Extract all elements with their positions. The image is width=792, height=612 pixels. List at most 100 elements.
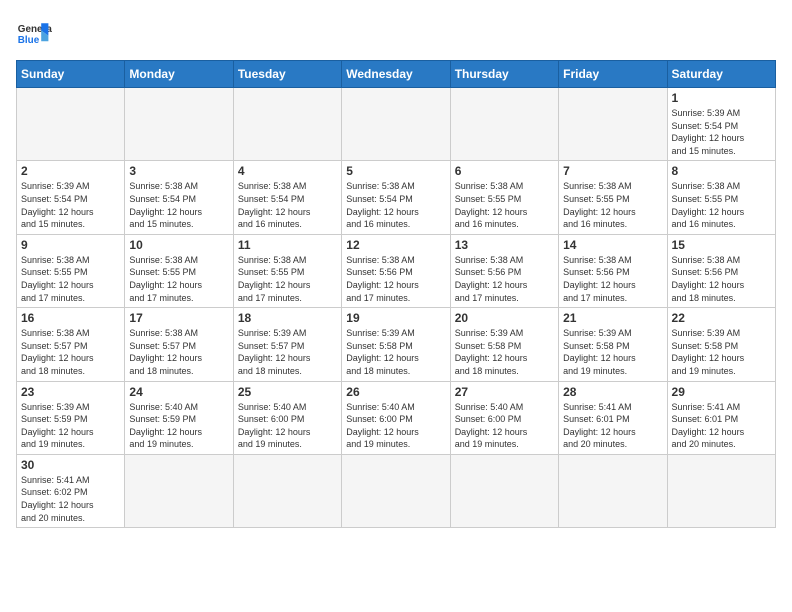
calendar-header-row: SundayMondayTuesdayWednesdayThursdayFrid…	[17, 61, 776, 88]
calendar-week-row: 23Sunrise: 5:39 AMSunset: 5:59 PMDayligh…	[17, 381, 776, 454]
calendar-day-cell: 18 Sunrise: 5:39 AMSunset: 5:57 PMDayligh…	[233, 308, 341, 381]
calendar-day-cell: 19 Sunrise: 5:39 AMSunset: 5:58 PMDayligh…	[342, 308, 450, 381]
day-info: Sunrise: 5:41 AMSunset: 6:01 PMDaylight:…	[672, 401, 771, 451]
day-number: 17	[129, 311, 228, 325]
day-info: Sunrise: 5:38 AMSunset: 5:57 PMDaylight:…	[21, 327, 120, 377]
calendar-day-cell	[125, 454, 233, 527]
day-number: 12	[346, 238, 445, 252]
day-number: 19	[346, 311, 445, 325]
day-info: Sunrise: 5:39 AMSunset: 5:54 PMDaylight:…	[672, 107, 771, 157]
day-of-week-header: Friday	[559, 61, 667, 88]
calendar-day-cell: 6 Sunrise: 5:38 AMSunset: 5:55 PMDaylight…	[450, 161, 558, 234]
calendar-day-cell: 26 Sunrise: 5:40 AMSunset: 6:00 PMDayligh…	[342, 381, 450, 454]
day-info: Sunrise: 5:38 AMSunset: 5:55 PMDaylight:…	[21, 254, 120, 304]
calendar-day-cell: 20Sunrise: 5:39 AMSunset: 5:58 PMDayligh…	[450, 308, 558, 381]
calendar-day-cell: 4 Sunrise: 5:38 AMSunset: 5:54 PMDaylight…	[233, 161, 341, 234]
day-number: 11	[238, 238, 337, 252]
day-number: 20	[455, 311, 554, 325]
day-number: 8	[672, 164, 771, 178]
day-info: Sunrise: 5:38 AMSunset: 5:56 PMDaylight:…	[563, 254, 662, 304]
calendar-day-cell: 17 Sunrise: 5:38 AMSunset: 5:57 PMDayligh…	[125, 308, 233, 381]
calendar-day-cell: 14 Sunrise: 5:38 AMSunset: 5:56 PMDayligh…	[559, 234, 667, 307]
calendar-day-cell: 13 Sunrise: 5:38 AMSunset: 5:56 PMDayligh…	[450, 234, 558, 307]
calendar-day-cell	[125, 88, 233, 161]
calendar-day-cell	[559, 88, 667, 161]
calendar-table: SundayMondayTuesdayWednesdayThursdayFrid…	[16, 60, 776, 528]
day-of-week-header: Saturday	[667, 61, 775, 88]
day-number: 30	[21, 458, 120, 472]
day-number: 9	[21, 238, 120, 252]
day-number: 26	[346, 385, 445, 399]
calendar-day-cell: 30Sunrise: 5:41 AMSunset: 6:02 PMDayligh…	[17, 454, 125, 527]
calendar-day-cell: 16 Sunrise: 5:38 AMSunset: 5:57 PMDayligh…	[17, 308, 125, 381]
day-info: Sunrise: 5:38 AMSunset: 5:57 PMDaylight:…	[129, 327, 228, 377]
calendar-day-cell: 11 Sunrise: 5:38 AMSunset: 5:55 PMDayligh…	[233, 234, 341, 307]
calendar-week-row: 16 Sunrise: 5:38 AMSunset: 5:57 PMDayligh…	[17, 308, 776, 381]
calendar-day-cell	[342, 454, 450, 527]
calendar-week-row: 2 Sunrise: 5:39 AMSunset: 5:54 PMDaylight…	[17, 161, 776, 234]
day-of-week-header: Wednesday	[342, 61, 450, 88]
day-info: Sunrise: 5:39 AMSunset: 5:58 PMDaylight:…	[346, 327, 445, 377]
logo: General Blue	[16, 16, 52, 52]
calendar-day-cell: 9 Sunrise: 5:38 AMSunset: 5:55 PMDaylight…	[17, 234, 125, 307]
calendar-day-cell	[450, 454, 558, 527]
day-info: Sunrise: 5:40 AMSunset: 5:59 PMDaylight:…	[129, 401, 228, 451]
calendar-day-cell: 29Sunrise: 5:41 AMSunset: 6:01 PMDayligh…	[667, 381, 775, 454]
svg-text:Blue: Blue	[18, 35, 40, 46]
day-info: Sunrise: 5:39 AMSunset: 5:59 PMDaylight:…	[21, 401, 120, 451]
day-info: Sunrise: 5:40 AMSunset: 6:00 PMDaylight:…	[455, 401, 554, 451]
calendar-day-cell: 25Sunrise: 5:40 AMSunset: 6:00 PMDayligh…	[233, 381, 341, 454]
day-of-week-header: Monday	[125, 61, 233, 88]
day-info: Sunrise: 5:41 AMSunset: 6:01 PMDaylight:…	[563, 401, 662, 451]
calendar-week-row: 9 Sunrise: 5:38 AMSunset: 5:55 PMDaylight…	[17, 234, 776, 307]
day-of-week-header: Thursday	[450, 61, 558, 88]
calendar-day-cell: 27 Sunrise: 5:40 AMSunset: 6:00 PMDayligh…	[450, 381, 558, 454]
day-info: Sunrise: 5:38 AMSunset: 5:54 PMDaylight:…	[129, 180, 228, 230]
calendar-day-cell: 3 Sunrise: 5:38 AMSunset: 5:54 PMDaylight…	[125, 161, 233, 234]
calendar-week-row: 1Sunrise: 5:39 AMSunset: 5:54 PMDaylight…	[17, 88, 776, 161]
day-number: 22	[672, 311, 771, 325]
day-info: Sunrise: 5:38 AMSunset: 5:56 PMDaylight:…	[455, 254, 554, 304]
calendar-day-cell: 8Sunrise: 5:38 AMSunset: 5:55 PMDaylight…	[667, 161, 775, 234]
day-info: Sunrise: 5:38 AMSunset: 5:54 PMDaylight:…	[238, 180, 337, 230]
day-info: Sunrise: 5:38 AMSunset: 5:55 PMDaylight:…	[455, 180, 554, 230]
day-info: Sunrise: 5:39 AMSunset: 5:58 PMDaylight:…	[672, 327, 771, 377]
day-number: 4	[238, 164, 337, 178]
calendar-day-cell: 23Sunrise: 5:39 AMSunset: 5:59 PMDayligh…	[17, 381, 125, 454]
day-number: 14	[563, 238, 662, 252]
calendar-day-cell: 10Sunrise: 5:38 AMSunset: 5:55 PMDayligh…	[125, 234, 233, 307]
day-number: 21	[563, 311, 662, 325]
calendar-day-cell	[450, 88, 558, 161]
day-number: 15	[672, 238, 771, 252]
day-number: 16	[21, 311, 120, 325]
day-info: Sunrise: 5:38 AMSunset: 5:55 PMDaylight:…	[129, 254, 228, 304]
calendar-day-cell	[233, 88, 341, 161]
day-number: 27	[455, 385, 554, 399]
calendar-day-cell: 22 Sunrise: 5:39 AMSunset: 5:58 PMDayligh…	[667, 308, 775, 381]
calendar-day-cell: 28 Sunrise: 5:41 AMSunset: 6:01 PMDayligh…	[559, 381, 667, 454]
day-number: 7	[563, 164, 662, 178]
day-number: 5	[346, 164, 445, 178]
day-info: Sunrise: 5:38 AMSunset: 5:56 PMDaylight:…	[346, 254, 445, 304]
day-info: Sunrise: 5:39 AMSunset: 5:58 PMDaylight:…	[563, 327, 662, 377]
day-number: 6	[455, 164, 554, 178]
day-number: 28	[563, 385, 662, 399]
day-info: Sunrise: 5:39 AMSunset: 5:54 PMDaylight:…	[21, 180, 120, 230]
day-number: 13	[455, 238, 554, 252]
day-info: Sunrise: 5:38 AMSunset: 5:55 PMDaylight:…	[238, 254, 337, 304]
calendar-day-cell	[233, 454, 341, 527]
calendar-day-cell: 5 Sunrise: 5:38 AMSunset: 5:54 PMDaylight…	[342, 161, 450, 234]
calendar-day-cell: 24Sunrise: 5:40 AMSunset: 5:59 PMDayligh…	[125, 381, 233, 454]
day-info: Sunrise: 5:38 AMSunset: 5:54 PMDaylight:…	[346, 180, 445, 230]
calendar-day-cell: 15Sunrise: 5:38 AMSunset: 5:56 PMDayligh…	[667, 234, 775, 307]
calendar-week-row: 30Sunrise: 5:41 AMSunset: 6:02 PMDayligh…	[17, 454, 776, 527]
day-number: 2	[21, 164, 120, 178]
calendar-day-cell	[342, 88, 450, 161]
day-of-week-header: Tuesday	[233, 61, 341, 88]
day-number: 3	[129, 164, 228, 178]
day-info: Sunrise: 5:40 AMSunset: 6:00 PMDaylight:…	[346, 401, 445, 451]
calendar-day-cell	[559, 454, 667, 527]
day-info: Sunrise: 5:39 AMSunset: 5:57 PMDaylight:…	[238, 327, 337, 377]
page-header: General Blue	[16, 16, 776, 52]
day-number: 18	[238, 311, 337, 325]
